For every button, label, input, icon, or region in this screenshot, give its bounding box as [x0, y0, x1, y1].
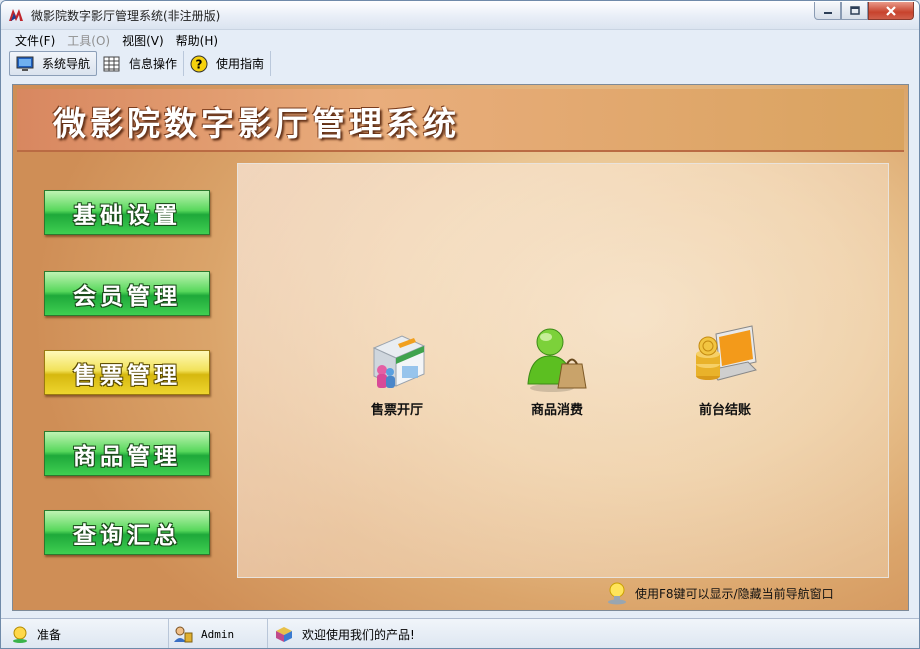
- navigation-view: 微影院数字影厅管理系统 基础设置 会员管理 售票管理 商品管理 查询汇总 售票开…: [12, 84, 909, 611]
- status-bar: 准备 Admin 欢迎使用我们的产品!: [1, 618, 919, 648]
- nav-label: 查询汇总: [73, 521, 181, 549]
- svg-text:?: ?: [196, 57, 203, 71]
- window-title: 微影院数字影厅管理系统(非注册版): [31, 9, 221, 23]
- nav-label: 售票管理: [73, 361, 181, 389]
- grid-icon: [103, 56, 121, 72]
- status-text: 欢迎使用我们的产品!: [302, 627, 415, 642]
- close-button[interactable]: [868, 2, 914, 20]
- nav-goods-management-button[interactable]: 商品管理: [44, 431, 210, 476]
- help-icon: ?: [190, 55, 208, 73]
- status-text: 准备: [37, 627, 62, 642]
- menu-tools[interactable]: 工具(O): [61, 31, 116, 49]
- maximize-icon: [849, 6, 860, 15]
- system-title: 微影院数字影厅管理系统: [53, 104, 460, 143]
- status-text: Admin: [201, 627, 235, 641]
- menu-bar: 文件(F) 工具(O) 视图(V) 帮助(H): [9, 31, 224, 49]
- status-welcome: 欢迎使用我们的产品!: [274, 619, 574, 648]
- shopping-user-icon: [527, 328, 587, 392]
- status-user: Admin: [173, 619, 268, 648]
- nav-label: 基础设置: [73, 201, 181, 229]
- ready-icon: [11, 625, 29, 643]
- function-label: 前台结账: [698, 403, 751, 418]
- nav-member-management-button[interactable]: 会员管理: [44, 271, 210, 316]
- status-ready: 准备: [11, 619, 169, 648]
- user-icon: [173, 625, 193, 643]
- lightbulb-icon: [608, 582, 626, 605]
- menu-file[interactable]: 文件(F): [9, 31, 61, 49]
- app-window: 微影院数字影厅管理系统(非注册版) 文件(F) 工具(O) 视图(V) 帮助(H…: [0, 0, 920, 649]
- minimize-icon: [823, 11, 832, 14]
- toolbar-system-nav-button[interactable]: 系统导航: [9, 51, 98, 76]
- toolbar-label: 信息操作: [129, 57, 178, 71]
- minimize-button[interactable]: [814, 2, 841, 20]
- toolbar-label: 系统导航: [42, 57, 91, 71]
- toolbar-user-guide-button[interactable]: ? 使用指南: [184, 51, 272, 76]
- front-desk-checkout-function[interactable]: 前台结账: [680, 324, 770, 418]
- nav-label: 会员管理: [73, 282, 181, 310]
- nav-basic-settings-button[interactable]: 基础设置: [44, 190, 210, 235]
- cashier-laptop-icon: [696, 325, 757, 381]
- function-label: 商品消费: [530, 403, 583, 418]
- product-box-icon: [274, 625, 294, 643]
- ticket-hall-function[interactable]: 售票开厅: [352, 324, 442, 418]
- function-label: 售票开厅: [370, 403, 423, 418]
- nav-label: 商品管理: [73, 442, 181, 470]
- f8-hint: 使用F8键可以显示/隐藏当前导航窗口: [607, 580, 834, 606]
- function-panel: 售票开厅 商品消费 前台结账: [237, 163, 889, 578]
- window-controls: [814, 2, 914, 20]
- header-banner: 微影院数字影厅管理系统: [17, 89, 904, 152]
- hint-text: 使用F8键可以显示/隐藏当前导航窗口: [635, 586, 834, 601]
- maximize-button[interactable]: [841, 2, 868, 20]
- toolbar: 系统导航 信息操作 ? 使用指南: [9, 50, 911, 77]
- menu-help[interactable]: 帮助(H): [170, 31, 224, 49]
- toolbar-info-ops-button[interactable]: 信息操作: [97, 51, 185, 76]
- close-icon: [886, 5, 896, 16]
- nav-query-summary-button[interactable]: 查询汇总: [44, 510, 210, 555]
- toolbar-label: 使用指南: [216, 57, 265, 71]
- app-logo-icon: [9, 9, 23, 21]
- goods-consumption-function[interactable]: 商品消费: [512, 324, 602, 418]
- menu-view[interactable]: 视图(V): [116, 31, 170, 49]
- monitor-icon: [16, 56, 34, 72]
- title-bar[interactable]: 微影院数字影厅管理系统(非注册版): [1, 1, 919, 30]
- nav-ticket-management-button[interactable]: 售票管理: [44, 350, 210, 395]
- ticket-booth-icon: [372, 335, 426, 388]
